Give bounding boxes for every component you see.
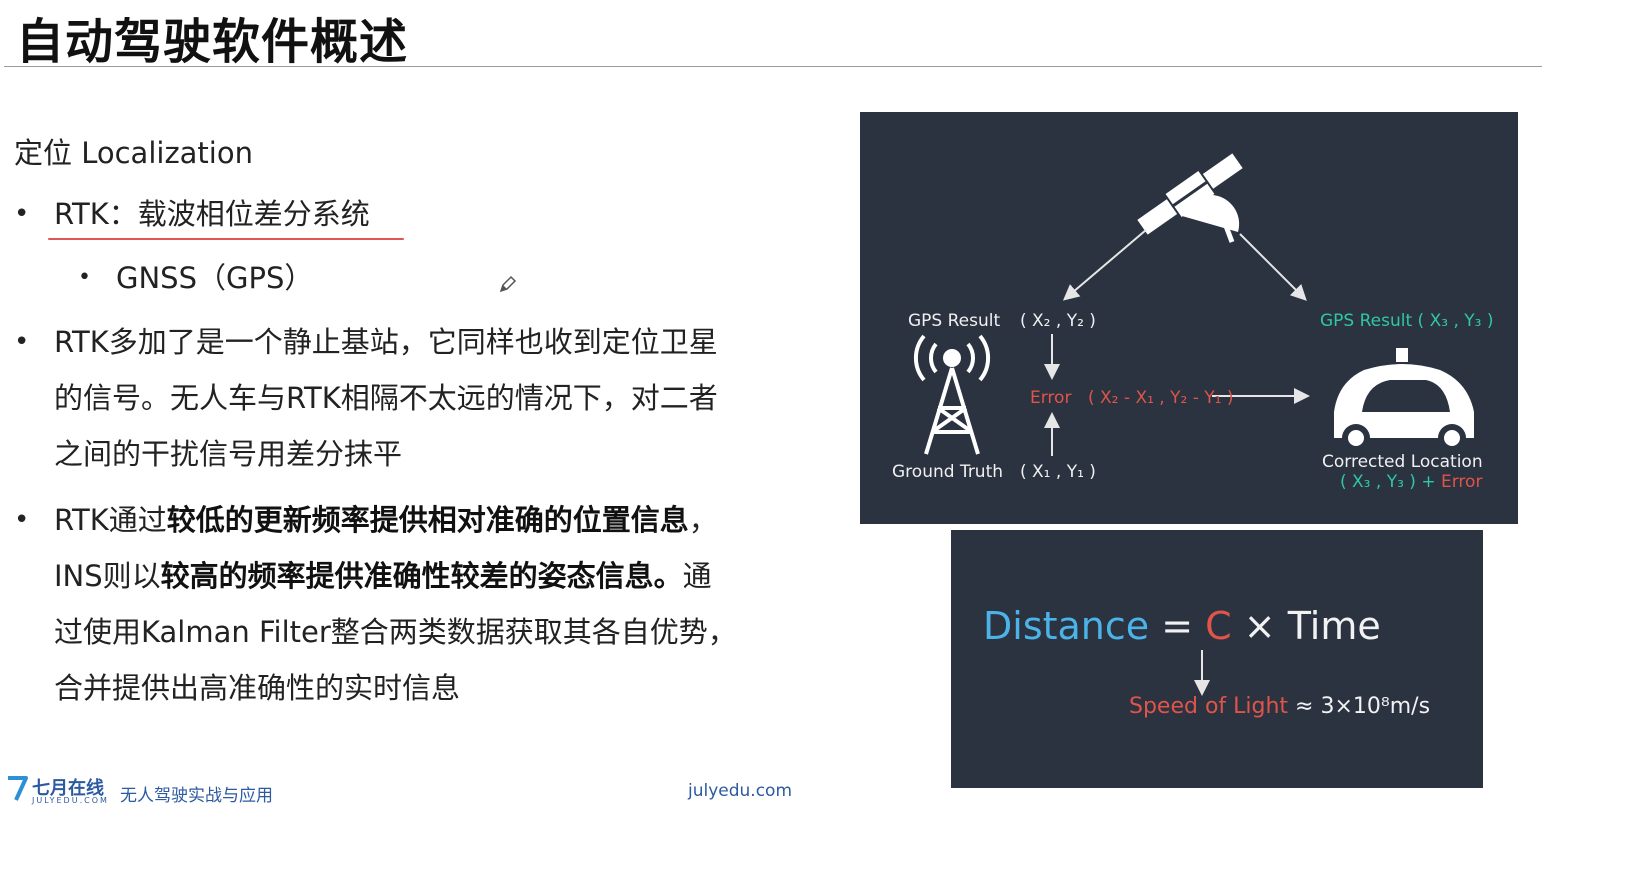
distance-formula-diagram: Distance = C × Time Speed of Light ≈ 3×1… <box>951 530 1483 788</box>
bullet-base-station-line2: 的信号。无人车与RTK相隔不太远的情况下，对二者 <box>54 381 718 415</box>
bullet-dot: • <box>14 199 30 229</box>
text-span: ， <box>688 503 718 537</box>
section-heading: 定位 Localization <box>14 136 253 170</box>
bullet-base-station-line1: RTK多加了是一个静止基站，它同样也收到定位卫星 <box>54 325 718 359</box>
slide-title: 自动驾驶软件概述 <box>16 14 409 70</box>
corrected-location-expression: ( X₃ , Y₃ ) + Error <box>1340 472 1482 492</box>
bullet-base-station: • RTK多加了是一个静止基站，它同样也收到定位卫星 的信号。无人车与RTK相隔… <box>14 314 794 482</box>
pointer-arrow <box>1194 650 1210 696</box>
left-gps-result-label: GPS Result <box>908 311 1001 331</box>
ground-truth-coord: ( X₁ , Y₁ ) <box>1020 462 1096 482</box>
text-span: INS则以 <box>54 559 161 593</box>
error-label: Error <box>1030 388 1072 408</box>
text-span: 通 <box>682 559 712 593</box>
bullet-rtk: • RTK：载波相位差分系统 <box>14 186 404 242</box>
bullet-base-station-line3: 之间的干扰信号用差分抹平 <box>54 437 403 471</box>
bullet-dot: • <box>14 505 30 535</box>
speed-label: Speed of Light <box>1129 694 1289 719</box>
cell-tower-icon <box>913 334 991 455</box>
red-underline-annotation <box>48 238 404 240</box>
bullet-rtk-ins: • RTK通过较低的更新频率提供相对准确的位置信息， INS则以较高的频率提供准… <box>14 492 794 716</box>
right-gps-result-label: GPS Result ( X₃ , Y₃ ) <box>1320 311 1494 331</box>
rtk-gps-diagram: GPS Result ( X₂ , Y₂ ) Error ( X₂ - X₁ ,… <box>860 112 1518 524</box>
error-expression: ( X₂ - X₁ , Y₂ - Y₁ ) <box>1088 388 1234 408</box>
bullet-dot: • <box>78 265 91 290</box>
corrected-location-label: Corrected Location <box>1322 452 1483 472</box>
corrected-coord: ( X₃ , Y₃ ) + <box>1340 472 1436 492</box>
footer-url[interactable]: julyedu.com <box>688 781 792 801</box>
corrected-error: Error <box>1441 472 1483 492</box>
bold-text-span: 较低的更新频率提供相对准确的位置信息 <box>166 503 689 537</box>
bullet-rtk-text: RTK：载波相位差分系统 <box>54 197 370 231</box>
bullet-rtk-ins-line1: RTK通过较低的更新频率提供相对准确的位置信息， <box>54 492 794 548</box>
bullet-rtk-ins-line4: 合并提供出高准确性的实时信息 <box>54 671 461 705</box>
sub-bullet-gnss: • GNSS（GPS） <box>78 250 314 306</box>
speed-of-light-note: Speed of Light ≈ 3×10⁸m/s <box>1129 694 1430 719</box>
bullet-rtk-ins-line2: INS则以较高的频率提供准确性较差的姿态信息。通 <box>54 548 794 604</box>
title-divider <box>4 66 1542 67</box>
julyedu-logo-icon <box>8 776 28 801</box>
text-span: RTK通过 <box>54 503 167 537</box>
self-driving-car-icon <box>1334 348 1474 452</box>
bullet-rtk-ins-line3: 过使用Kalman Filter整合两类数据获取其各自优势， <box>54 615 737 649</box>
pencil-icon <box>499 275 517 293</box>
bullet-dot: • <box>14 327 30 357</box>
ground-truth-label: Ground Truth <box>892 462 1004 482</box>
footer-course-name: 无人驾驶实战与应用 <box>120 786 273 806</box>
sub-bullet-gnss-text: GNSS（GPS） <box>116 261 314 295</box>
bold-text-span: 较高的频率提供准确性较差的姿态信息。 <box>160 559 683 593</box>
left-gps-result-coord: ( X₂ , Y₂ ) <box>1020 311 1096 331</box>
speed-value: ≈ 3×10⁸m/s <box>1288 694 1431 719</box>
footer-brand-sub: JULYEDU.COM <box>32 796 109 805</box>
